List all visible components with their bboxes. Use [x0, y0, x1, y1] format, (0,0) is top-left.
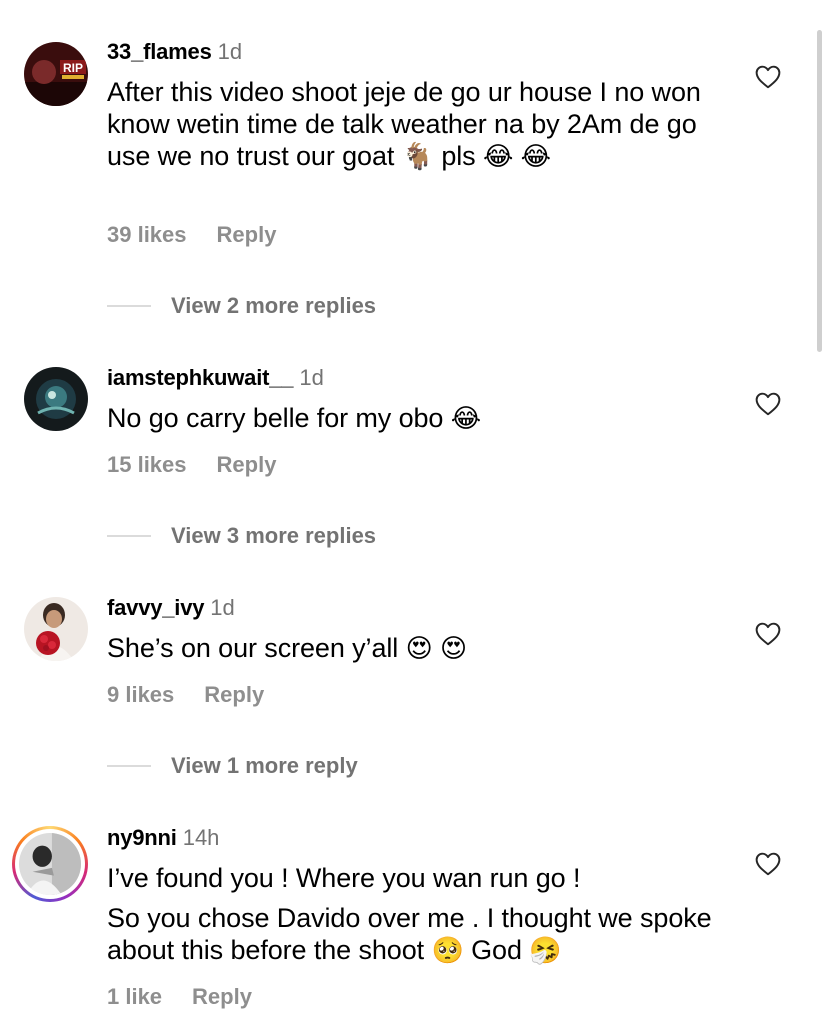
timestamp: 1d: [299, 365, 324, 390]
comment-text: I’ve found you ! Where you wan run go ! …: [107, 862, 727, 967]
comment-text-part: No go carry belle for my obo: [107, 403, 451, 433]
laughing-emoji: 😂: [482, 142, 514, 172]
heart-eyes-emoji: 😍: [440, 634, 468, 664]
timestamp: 14h: [182, 825, 220, 850]
comment-actions: 1 like Reply: [107, 984, 252, 1010]
avatar: [19, 833, 81, 895]
likes-count[interactable]: 39 likes: [107, 222, 187, 247]
username[interactable]: favvy_ivy: [107, 595, 204, 620]
svg-text:RIP: RIP: [63, 61, 83, 75]
comment-text-part: [513, 141, 520, 171]
username[interactable]: ny9nni: [107, 825, 177, 850]
laughing-emoji: 😂: [450, 404, 482, 434]
reply-button[interactable]: Reply: [192, 984, 252, 1009]
comment-text-part: So you chose Davido over me . I thought …: [107, 903, 712, 965]
username[interactable]: 33_flames: [107, 39, 212, 64]
view-more-replies-label: View 3 more replies: [171, 523, 377, 548]
avatar[interactable]: [24, 597, 88, 661]
reply-button[interactable]: Reply: [217, 452, 277, 477]
likes-count[interactable]: 9 likes: [107, 682, 174, 707]
laughing-emoji: 😂: [520, 142, 551, 172]
view-more-replies-button[interactable]: View 2 more replies: [107, 293, 376, 321]
view-more-replies-button[interactable]: View 3 more replies: [107, 523, 376, 551]
likes-count[interactable]: 1 like: [107, 984, 162, 1009]
comment-actions: 9 likes Reply: [107, 682, 264, 708]
avatar[interactable]: RIP: [24, 42, 88, 106]
goat-emoji: 🐐: [401, 142, 434, 172]
comment-header: iamstephkuwait__ 1d: [107, 365, 324, 391]
reply-button[interactable]: Reply: [204, 682, 264, 707]
comment-text: No go carry belle for my obo 😂: [107, 402, 727, 435]
heart-icon[interactable]: [755, 852, 781, 876]
comment-text-part: God: [463, 935, 530, 965]
comment-actions: 39 likes Reply: [107, 222, 276, 248]
comment-text: She’s on our screen y’all 😍 😍: [107, 632, 727, 665]
divider-line: [107, 765, 151, 767]
heart-icon[interactable]: [755, 392, 781, 416]
timestamp: 1d: [217, 39, 243, 64]
comment-header: ny9nni 14h: [107, 825, 219, 851]
view-more-replies-label: View 2 more replies: [171, 293, 377, 318]
likes-count[interactable]: 15 likes: [107, 452, 187, 477]
sneezing-face-emoji: 🤧: [529, 936, 562, 966]
avatar[interactable]: [24, 367, 88, 431]
comment-text-part: She’s on our screen y’all: [107, 633, 406, 663]
divider-line: [107, 535, 151, 537]
timestamp: 1d: [210, 595, 235, 620]
pleading-face-emoji: 🥺: [431, 936, 464, 966]
heart-icon[interactable]: [755, 65, 781, 89]
heart-eyes-emoji: 😍: [405, 634, 433, 664]
comment-text-part: pls: [433, 141, 483, 171]
view-more-replies-button[interactable]: View 1 more reply: [107, 753, 358, 781]
divider-line: [107, 305, 151, 307]
view-more-replies-label: View 1 more reply: [171, 753, 358, 778]
story-ring-icon[interactable]: [12, 826, 88, 902]
heart-icon[interactable]: [755, 622, 781, 646]
comment-text: After this video shoot jeje de go ur hou…: [107, 76, 727, 173]
username[interactable]: iamstephkuwait__: [107, 365, 294, 390]
reply-button[interactable]: Reply: [217, 222, 277, 247]
comment-actions: 15 likes Reply: [107, 452, 276, 478]
avatar-ring: [15, 829, 85, 899]
comment-header: 33_flames 1d: [107, 39, 242, 65]
comment-text-line: I’ve found you ! Where you wan run go !: [107, 863, 581, 893]
comment-header: favvy_ivy 1d: [107, 595, 235, 621]
comment-text-line: So you chose Davido over me . I thought …: [107, 902, 727, 967]
scrollbar[interactable]: [817, 30, 822, 352]
